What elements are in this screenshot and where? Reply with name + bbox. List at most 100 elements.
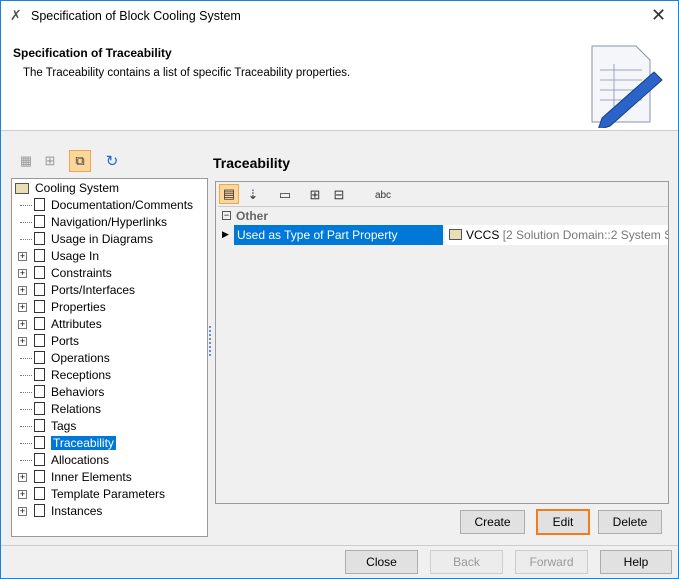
tree-item-label: Tags: [51, 419, 77, 433]
tree-item[interactable]: Allocations: [20, 452, 110, 469]
tree-item[interactable]: Operations: [20, 350, 110, 367]
back-button[interactable]: Back: [430, 550, 503, 574]
expand-icon[interactable]: +: [18, 286, 27, 295]
expand-icon[interactable]: +: [18, 269, 27, 278]
edit-button[interactable]: Edit: [536, 509, 590, 535]
tree-item[interactable]: + Inner Elements: [18, 469, 132, 486]
row-expand-arrow-icon[interactable]: ▶: [222, 229, 229, 240]
tree-item[interactable]: + Ports/Interfaces: [18, 282, 136, 299]
tree-item[interactable]: + Attributes: [18, 316, 102, 333]
tree-item[interactable]: + Usage In: [18, 248, 99, 265]
tree-item-label: Inner Elements: [51, 470, 132, 484]
page-icon: [34, 368, 45, 381]
tree-item[interactable]: + Template Parameters: [18, 486, 165, 503]
tree-line: [20, 222, 32, 223]
page-icon: [34, 198, 45, 211]
tree-item-label: Ports/Interfaces: [51, 283, 136, 297]
collapse-all-icon[interactable]: ⊟: [328, 184, 350, 206]
tree-view-icon[interactable]: ⊞: [39, 150, 61, 172]
splitter-handle[interactable]: [209, 326, 211, 356]
tree-item-label: Attributes: [51, 317, 102, 331]
tree-line: [20, 460, 32, 461]
tree-line: [20, 375, 32, 376]
sort-alphabetical-icon[interactable]: ⇣: [242, 184, 264, 206]
page-icon: [34, 317, 45, 330]
tree-item-label: Instances: [51, 504, 103, 518]
categorized-view-button[interactable]: ▤: [219, 184, 239, 204]
tree-item-label: Documentation/Comments: [51, 198, 194, 212]
header: Specification of Traceability The Tracea…: [1, 32, 678, 131]
expand-icon[interactable]: +: [18, 490, 27, 499]
tree-item-label: Usage in Diagrams: [51, 232, 154, 246]
tree-item[interactable]: Traceability: [20, 435, 116, 452]
tree-item[interactable]: + Instances: [18, 503, 103, 520]
page-icon: [34, 487, 45, 500]
page-icon: [34, 402, 45, 415]
tree-item[interactable]: Relations: [20, 401, 102, 418]
tree-item[interactable]: + Constraints: [18, 265, 112, 282]
tree-root[interactable]: Cooling System: [15, 180, 119, 197]
close-window-button[interactable]: ✕: [651, 5, 666, 26]
tree-item[interactable]: + Ports: [18, 333, 80, 350]
property-value[interactable]: VCCS [2 Solution Domain::2 System St: [445, 225, 668, 245]
document-pencil-icon: [591, 45, 663, 128]
tree-item[interactable]: Documentation/Comments: [20, 197, 194, 214]
page-icon: [34, 215, 45, 228]
expand-icon[interactable]: +: [18, 252, 27, 261]
forward-button[interactable]: Forward: [515, 550, 588, 574]
divider: [1, 545, 678, 546]
tree-item-label: Relations: [51, 402, 102, 416]
category-tree[interactable]: Cooling System Documentation/Comments Navi…: [11, 178, 208, 537]
create-button[interactable]: Create: [460, 510, 525, 534]
copy-view-button[interactable]: ⧉: [69, 150, 91, 172]
tree-line: [20, 392, 32, 393]
tree-item-label: Navigation/Hyperlinks: [51, 215, 168, 229]
page-icon: [34, 470, 45, 483]
page-icon: [34, 419, 45, 432]
tree-item[interactable]: Receptions: [20, 367, 112, 384]
description-icon[interactable]: ▭: [274, 184, 296, 206]
refresh-icon[interactable]: ↻: [101, 150, 123, 172]
tree-item-label: Operations: [51, 351, 110, 365]
header-description: The Traceability contains a list of spec…: [23, 67, 351, 79]
tree-item[interactable]: Behaviors: [20, 384, 104, 401]
block-icon: [449, 229, 462, 240]
window-title: Specification of Block Cooling System: [31, 9, 241, 23]
property-grid: − Other ▶ Used as Type of Part Property …: [218, 206, 668, 503]
collapse-group-icon[interactable]: −: [222, 211, 231, 220]
expand-icon[interactable]: +: [18, 337, 27, 346]
spell-check-icon[interactable]: abc: [372, 184, 394, 206]
tree-item[interactable]: + Properties: [18, 299, 106, 316]
tree-line: [20, 358, 32, 359]
page-icon: [34, 266, 45, 279]
tree-item[interactable]: Tags: [20, 418, 77, 435]
page-icon: [34, 504, 45, 517]
tree-item[interactable]: Navigation/Hyperlinks: [20, 214, 168, 231]
page-icon: [34, 351, 45, 364]
tree-item[interactable]: Usage in Diagrams: [20, 231, 154, 248]
tree-item-label: Allocations: [51, 453, 110, 467]
page-icon: [34, 283, 45, 296]
tree-line: [20, 426, 32, 427]
tree-line: [20, 409, 32, 410]
expand-all-icon[interactable]: ⊞: [304, 184, 326, 206]
tree-item-label: Constraints: [51, 266, 112, 280]
expand-icon[interactable]: +: [18, 507, 27, 516]
expand-icon[interactable]: +: [18, 320, 27, 329]
tree-line: [20, 205, 32, 206]
page-icon: [34, 300, 45, 313]
expand-icon[interactable]: +: [18, 303, 27, 312]
close-button[interactable]: Close: [345, 550, 418, 574]
tree-item-label: Ports: [51, 334, 80, 348]
page-icon: [34, 385, 45, 398]
help-button[interactable]: Help: [600, 550, 672, 574]
header-title: Specification of Traceability: [13, 46, 172, 60]
tree-item-label: Receptions: [51, 368, 112, 382]
grid-view-icon[interactable]: ▦: [15, 150, 37, 172]
property-name[interactable]: Used as Type of Part Property: [234, 225, 443, 245]
tree-item-label: Cooling System: [35, 181, 120, 195]
page-icon: [34, 232, 45, 245]
delete-button[interactable]: Delete: [598, 510, 662, 534]
value-path: [2 Solution Domain::2 System St: [502, 228, 668, 242]
expand-icon[interactable]: +: [18, 473, 27, 482]
